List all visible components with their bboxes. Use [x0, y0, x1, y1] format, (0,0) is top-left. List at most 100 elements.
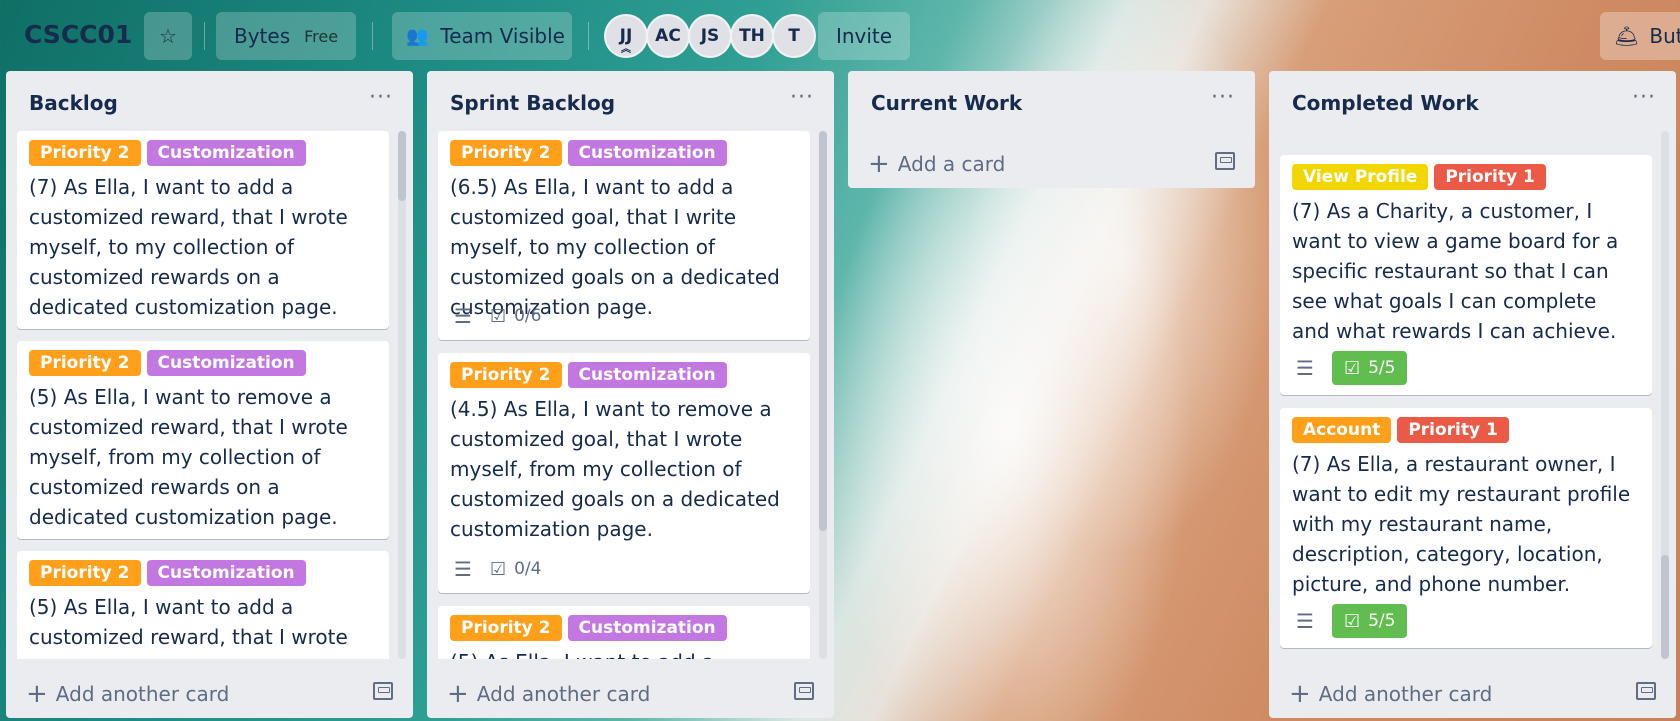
card[interactable]: Priority 2 Customization (5) As Ella, I … [17, 551, 389, 659]
card[interactable]: Account Priority 1 (7) As Ella, a restau… [1280, 408, 1652, 648]
card-label[interactable]: Customization [146, 560, 306, 586]
card-labels: Account Priority 1 [1292, 417, 1515, 443]
card-template-icon[interactable] [794, 682, 814, 700]
card-labels: Priority 2 Customization [450, 140, 733, 166]
checkbox-icon: ☑ [1343, 610, 1361, 632]
scrollbar[interactable] [819, 131, 827, 659]
add-card-button[interactable]: + Add another card [26, 681, 229, 707]
description-icon: ☰ [1296, 609, 1314, 633]
card-template-icon[interactable] [373, 682, 393, 700]
card-label[interactable]: Priority 2 [29, 140, 141, 166]
card-template-icon[interactable] [1215, 152, 1235, 170]
card-label[interactable]: Customization [567, 140, 727, 166]
invite-button[interactable]: Invite [818, 12, 910, 60]
board-title[interactable]: CSCC01 [24, 20, 132, 49]
card-label[interactable]: Customization [146, 350, 306, 376]
list-header: Backlog ··· [6, 71, 413, 131]
checklist-count: 5/5 [1368, 611, 1396, 631]
list-completed-work: Completed Work ··· View Profile Priority… [1269, 71, 1676, 718]
checklist-badge: ☑ 5/5 [1331, 604, 1408, 638]
plus-icon: + [447, 679, 469, 709]
card-label[interactable]: Priority 2 [450, 615, 562, 641]
star-icon: ☆ [159, 24, 177, 48]
list-title[interactable]: Current Work [871, 91, 1022, 115]
avatar[interactable]: TH [730, 14, 774, 58]
avatar[interactable]: AC [646, 14, 690, 58]
card-label[interactable]: Priority 2 [450, 140, 562, 166]
card-labels: Priority 2 Customization [29, 560, 312, 586]
card-label[interactable]: Customization [567, 615, 727, 641]
card-label[interactable]: Customization [567, 362, 727, 388]
card-label[interactable]: Priority 1 [1397, 417, 1509, 443]
team-icon: 👥 [406, 25, 429, 47]
plus-icon: + [868, 149, 890, 179]
description-icon: ☰ [454, 557, 472, 581]
card-container: Priority 2 Customization (7) As Ella, I … [17, 131, 389, 659]
card[interactable]: View Profile Priority 1 (7) As a Charity… [1280, 155, 1652, 395]
card-template-icon[interactable] [1636, 682, 1656, 700]
card[interactable]: Priority 2 Customization (4.5) As Ella, … [438, 353, 810, 593]
card-label[interactable]: Priority 2 [29, 350, 141, 376]
card-labels: Priority 2 Customization [29, 350, 312, 376]
card-title: (5) As Ella, I want to add a [450, 647, 798, 659]
workspace-name: Bytes [234, 24, 291, 48]
visibility-button[interactable]: 👥 Team Visible [392, 12, 572, 60]
add-card-button[interactable]: + Add another card [1289, 679, 1492, 709]
butler-bell-icon: 🛎 [1614, 24, 1640, 48]
scrollbar-thumb[interactable] [819, 131, 827, 531]
scrollbar[interactable] [398, 131, 406, 659]
more-icon[interactable]: ··· [1632, 85, 1656, 110]
list-header: Sprint Backlog ··· [427, 71, 834, 131]
card-badges: ☰ ☑ 0/4 [454, 552, 541, 586]
add-card-button[interactable]: + Add another card [447, 679, 650, 709]
avatar[interactable]: JJ ︽ [604, 14, 648, 58]
list-title[interactable]: Backlog [29, 91, 118, 115]
add-card-button[interactable]: + Add a card [868, 149, 1006, 179]
card-label[interactable]: View Profile [1292, 164, 1429, 190]
butler-label: But [1649, 24, 1680, 48]
list-title[interactable]: Sprint Backlog [450, 91, 615, 115]
more-icon[interactable]: ··· [790, 85, 814, 110]
visibility-label: Team Visible [440, 24, 565, 48]
checklist-count: 0/4 [514, 559, 542, 579]
workspace-button[interactable]: Bytes Free [216, 12, 356, 60]
card[interactable]: Priority 2 Customization (6.5) As Ella, … [438, 131, 810, 340]
board-members: JJ ︽ AC JS TH T [604, 14, 816, 58]
plus-icon: + [1289, 679, 1311, 709]
card-labels: Priority 2 Customization [450, 362, 733, 388]
avatar-initials: TH [739, 26, 765, 46]
checklist-count: 5/5 [1368, 358, 1396, 378]
card-container: Priority 2 Customization (6.5) As Ella, … [438, 131, 810, 659]
header-divider [204, 22, 205, 50]
checklist-count: 0/6 [514, 306, 542, 326]
avatar[interactable]: T [772, 14, 816, 58]
checkbox-icon: ☑ [489, 305, 507, 327]
card[interactable]: Priority 2 Customization (7) As Ella, I … [17, 131, 389, 329]
checklist-badge: ☑ 0/4 [490, 552, 542, 586]
scrollbar[interactable] [1661, 131, 1669, 659]
butler-button[interactable]: 🛎 But [1600, 12, 1680, 60]
star-board-button[interactable]: ☆ [144, 12, 192, 60]
card-labels: Priority 2 Customization [29, 140, 312, 166]
scrollbar-thumb[interactable] [1661, 555, 1669, 659]
checkbox-icon: ☑ [1343, 357, 1361, 379]
more-icon[interactable]: ··· [1211, 85, 1235, 110]
card[interactable]: Priority 2 Customization (5) As Ella, I … [17, 341, 389, 539]
card-label[interactable]: Priority 1 [1434, 164, 1546, 190]
avatar[interactable]: JS [688, 14, 732, 58]
card-label[interactable]: Priority 2 [450, 362, 562, 388]
add-card-label: Add a card [897, 152, 1006, 176]
card-label[interactable]: Account [1292, 417, 1392, 443]
card-badges: ☰ ☑ 0/6 [454, 299, 541, 333]
scrollbar-thumb[interactable] [398, 131, 406, 201]
avatar-initials: AC [655, 26, 681, 46]
list-sprint-backlog: Sprint Backlog ··· Priority 2 Customizat… [427, 71, 834, 718]
card-label[interactable]: Customization [146, 140, 306, 166]
more-icon[interactable]: ··· [369, 85, 393, 110]
board-header: CSCC01 ☆ Bytes Free 👥 Team Visible JJ ︽ … [0, 0, 1680, 72]
card-label[interactable]: Priority 2 [29, 560, 141, 586]
card[interactable]: Priority 2 Customization (5) As Ella, I … [438, 606, 810, 659]
card-title: (7) As Ella, a restaurant owner, I want … [1292, 452, 1631, 596]
list-title[interactable]: Completed Work [1292, 91, 1479, 115]
card-title: (7) As Ella, I want to add a customized … [29, 175, 348, 319]
